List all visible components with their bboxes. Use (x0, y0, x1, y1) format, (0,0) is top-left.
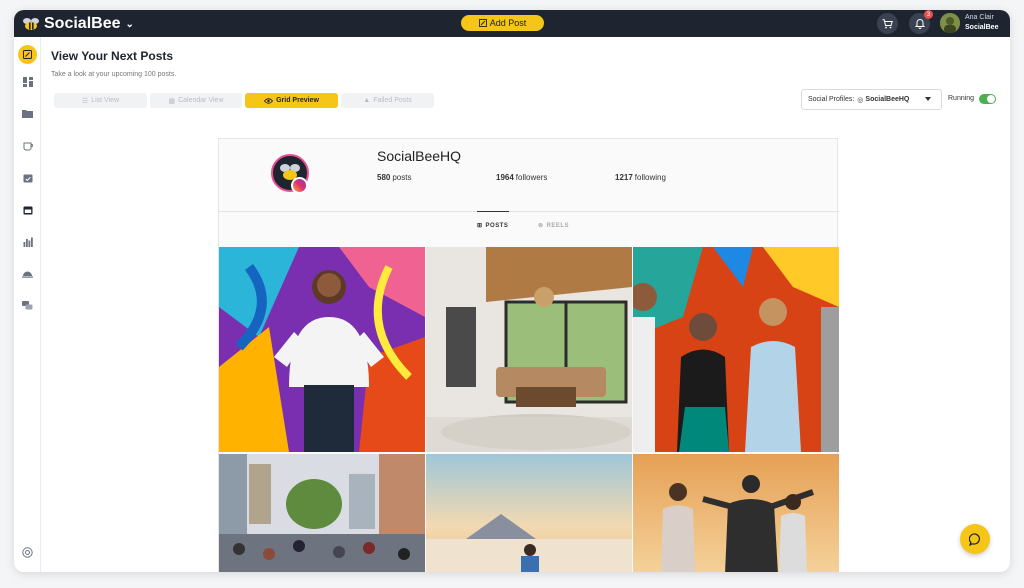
tab-posts-label: POSTS (485, 222, 509, 229)
tab-failed-posts[interactable]: ▲ Failed Posts (341, 93, 434, 108)
tab-reels-label: REELS (546, 222, 570, 229)
caret-down-icon (925, 97, 931, 101)
chat-icon (968, 532, 980, 546)
notifications-button[interactable]: 3 (909, 10, 933, 34)
sidebar-item-curate[interactable] (18, 136, 37, 155)
calendar-check-icon (23, 174, 32, 182)
page-subtitle: Take a look at your upcoming 100 posts. (51, 71, 177, 78)
folder-icon (22, 110, 33, 118)
photo-friends-drinks (633, 247, 839, 452)
divider (219, 211, 839, 212)
following-count: 1217 (615, 173, 633, 182)
eye-icon (264, 97, 274, 104)
sidebar-item-schedule[interactable] (18, 168, 37, 187)
sidebar-item-analytics[interactable] (18, 232, 37, 251)
instagram-preview: SocialBeeHQ 580 posts 1964 followers 1217 f… (218, 138, 839, 572)
app-window: SocialBee ⌄ Add Post 3 Ana Clair SocialB… (14, 10, 1010, 572)
photo-sunset-party (633, 454, 839, 572)
reels-icon: ⊚ (538, 223, 544, 229)
sidebar-item-help[interactable] (18, 543, 37, 562)
instagram-small-icon: ◎ (857, 96, 864, 104)
profile-select-label: Social Profiles: (808, 96, 855, 103)
post-thumbnail[interactable] (219, 454, 425, 572)
tab-calendar-view[interactable]: ▦ Calendar View (150, 93, 242, 108)
tab-grid-preview[interactable]: Grid Preview (245, 93, 338, 108)
following-stat: 1217 following (615, 173, 666, 182)
cart-button[interactable] (877, 13, 898, 34)
page-title: View Your Next Posts (51, 49, 174, 63)
photo-woman-graffiti (219, 247, 425, 452)
post-thumbnail[interactable] (219, 247, 425, 452)
sidebar-item-content[interactable] (18, 104, 37, 123)
post-thumbnail[interactable] (633, 247, 839, 452)
bee-logo-icon (23, 18, 39, 30)
support-icon (22, 547, 33, 558)
chevron-down-icon: ⌄ (125, 18, 134, 30)
brand-name: SocialBee (44, 15, 121, 32)
sidebar (14, 37, 41, 572)
tab-list-view[interactable]: ☰ List View (54, 93, 147, 108)
posts-count: 580 (377, 173, 391, 182)
running-label: Running (948, 95, 975, 102)
post-thumbnail[interactable] (633, 454, 839, 572)
bar-chart-icon (23, 237, 33, 247)
followers-stat: 1964 followers (496, 173, 547, 182)
edit-icon (23, 50, 32, 59)
dashboard-icon (22, 76, 33, 87)
sidebar-item-engage[interactable] (18, 264, 37, 283)
add-post-label: Add Post (489, 18, 527, 28)
add-post-button[interactable]: Add Post (461, 15, 544, 31)
tab-calendar-view-label: Calendar View (178, 97, 224, 104)
profile-select-value: SocialBeeHQ (865, 96, 910, 103)
chat-bubbles-icon (22, 300, 33, 309)
tab-list-view-label: List View (91, 97, 120, 104)
main-content: View Your Next Posts Take a look at your… (42, 37, 1010, 572)
tab-posts[interactable]: ⊞ POSTS (477, 222, 509, 230)
post-thumbnail[interactable] (426, 247, 632, 452)
sidebar-item-dashboard[interactable] (18, 72, 37, 91)
tab-grid-preview-label: Grid Preview (276, 97, 319, 104)
notification-badge: 3 (924, 10, 933, 19)
sidebar-item-chat[interactable] (18, 296, 37, 315)
user-avatar-image (940, 13, 960, 33)
active-tab-indicator (477, 211, 509, 212)
edit-icon (478, 19, 487, 27)
running-toggle[interactable] (979, 94, 996, 104)
sidebar-item-calendar[interactable] (18, 200, 37, 219)
profile-handle: SocialBeeHQ (377, 148, 462, 164)
social-profile-select[interactable]: Social Profiles: ◎ SocialBeeHQ (801, 89, 942, 110)
calendar-icon (23, 206, 32, 214)
list-icon: ☰ (81, 97, 89, 105)
tab-reels[interactable]: ⊚ REELS (538, 222, 570, 230)
user-info[interactable]: Ana Clair SocialBee (965, 13, 998, 33)
mug-icon (23, 142, 33, 150)
grid-icon: ⊞ (477, 223, 483, 229)
warning-icon: ▲ (363, 97, 371, 104)
photo-city-crowd (219, 454, 425, 572)
sidebar-item-compose[interactable] (18, 45, 37, 64)
avatar[interactable] (940, 13, 960, 33)
support-chat-button[interactable] (960, 524, 990, 554)
bell-service-icon (22, 271, 33, 278)
calendar-icon: ▦ (168, 97, 176, 105)
posts-stat: 580 posts (377, 173, 411, 182)
followers-count: 1964 (496, 173, 514, 182)
bell-icon (914, 19, 925, 29)
photo-mountain-sunrise (426, 454, 632, 572)
user-name: Ana Clair (965, 14, 994, 21)
user-org: SocialBee (965, 24, 999, 31)
top-bar: SocialBee ⌄ Add Post 3 Ana Clair SocialB… (14, 10, 1010, 37)
instagram-icon (291, 177, 308, 194)
tab-failed-posts-label: Failed Posts (373, 97, 412, 104)
brand-menu[interactable]: SocialBee ⌄ (22, 14, 134, 34)
following-label: following (634, 173, 666, 182)
posts-label: posts (392, 173, 412, 182)
photo-living-room (426, 247, 632, 452)
post-thumbnail[interactable] (426, 454, 632, 572)
followers-label: followers (515, 173, 548, 182)
cart-icon (882, 18, 893, 28)
